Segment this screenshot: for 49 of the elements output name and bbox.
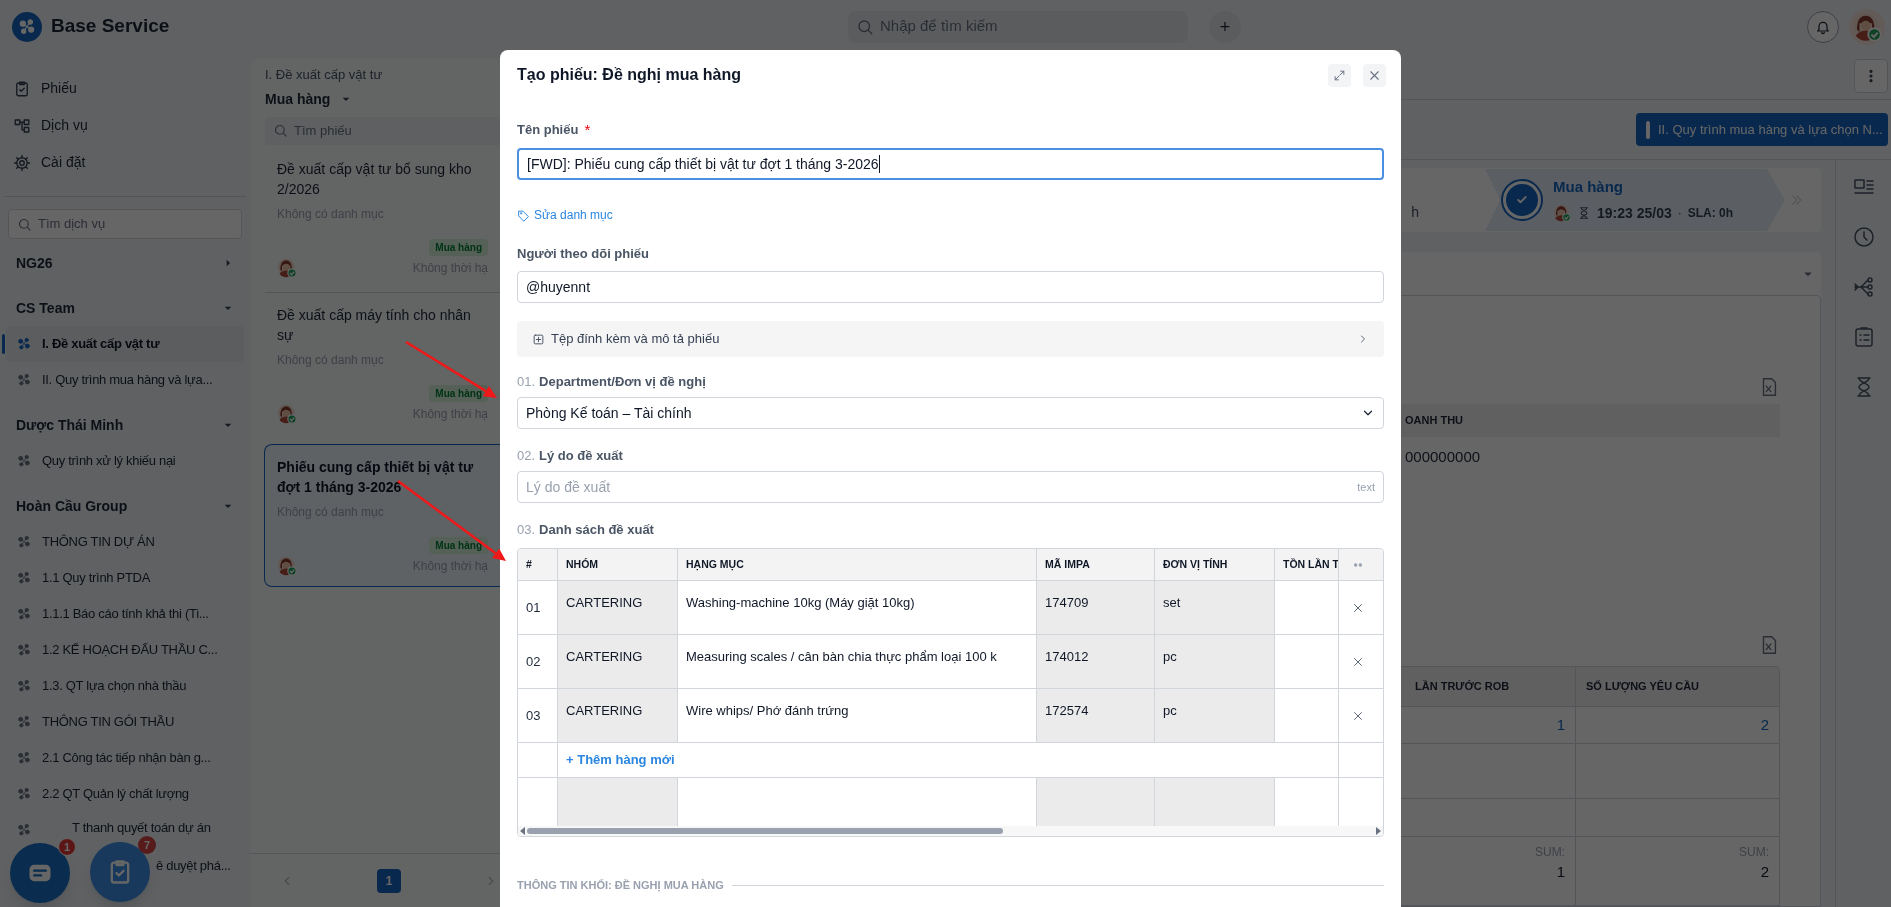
table-cell-text: 2 bbox=[1760, 714, 1769, 735]
field-label: Danh sách đề xuất bbox=[539, 521, 654, 540]
column-header: HẠNG MỤC bbox=[677, 549, 1036, 580]
table-cell: CARTERING bbox=[557, 689, 677, 742]
column-header: ĐƠN VỊ TÍNH bbox=[1154, 549, 1274, 580]
section-title: THÔNG TIN KHỐI: ĐỀ NGHỊ MUA HÀNG bbox=[517, 878, 724, 894]
stage-name: Mua hàng bbox=[1553, 177, 1624, 198]
table-cell-text: 1 bbox=[1556, 714, 1565, 735]
table-cell: set bbox=[1154, 581, 1274, 634]
ticket-title: Đề xuất cấp máy tính cho nhân sự bbox=[277, 305, 472, 345]
stage-tag: Mua hàng bbox=[429, 536, 488, 554]
column-header: LẦN TRƯỚC ROB bbox=[1415, 679, 1510, 695]
app-title: Base Service bbox=[51, 14, 170, 39]
table-cell: CARTERING bbox=[557, 635, 677, 688]
sum-value: 1 bbox=[1556, 862, 1565, 882]
stage-tag: Mua hàng bbox=[429, 238, 488, 256]
count-badge: 7 bbox=[138, 836, 156, 854]
field-number: 02. bbox=[517, 447, 536, 466]
column-header: OANH THU bbox=[1405, 413, 1465, 429]
column-header: MÃ IMPA bbox=[1036, 549, 1154, 580]
sum-value: 2 bbox=[1760, 862, 1769, 882]
modal-title: Tạo phiếu: Đề nghị mua hàng bbox=[517, 65, 741, 85]
field-number: 01. bbox=[517, 373, 536, 392]
column-header: TỒN LẦN T bbox=[1274, 549, 1338, 580]
ticket-title: Đề xuất cấp vật tư bổ sung kho 2/2026 bbox=[277, 159, 473, 199]
table-cell: CARTERING bbox=[557, 581, 677, 634]
field-label: Department/Đơn vị đề nghị bbox=[539, 373, 706, 392]
stage-text: h bbox=[1411, 202, 1419, 222]
table-cell: 174709 bbox=[1036, 581, 1154, 634]
column-header: # bbox=[525, 556, 533, 572]
count-badge: 1 bbox=[58, 838, 76, 856]
table-cell: 172574 bbox=[1036, 689, 1154, 742]
separator-dot: · bbox=[1677, 205, 1682, 223]
table-cell-text: 000000000 bbox=[1405, 446, 1482, 467]
field-label: Tên phiếu bbox=[517, 121, 579, 140]
stage-tag: Mua hàng bbox=[429, 384, 488, 402]
breadcrumb: I. Đề xuất cấp vật tư bbox=[264, 66, 384, 84]
table-cell: pc bbox=[1154, 689, 1274, 742]
field-number: 03. bbox=[517, 521, 536, 540]
stage-time: 19:23 25/03 bbox=[1597, 203, 1672, 223]
required-mark: * bbox=[584, 119, 591, 140]
table-cell: pc bbox=[1154, 635, 1274, 688]
column-header: SỐ LƯỢNG YÊU CẦU bbox=[1586, 679, 1700, 695]
ticket-title: Phiếu cung cấp thiết bị vật tư đợt 1 tháng 3-2026 bbox=[277, 457, 475, 497]
table-cell: 174012 bbox=[1036, 635, 1154, 688]
sla-text: SLA: 0h bbox=[1687, 205, 1734, 223]
column-header: NHÓM bbox=[557, 549, 677, 580]
field-label: Lý do đề xuất bbox=[539, 447, 623, 466]
field-label: Người theo dõi phiếu bbox=[517, 245, 650, 264]
